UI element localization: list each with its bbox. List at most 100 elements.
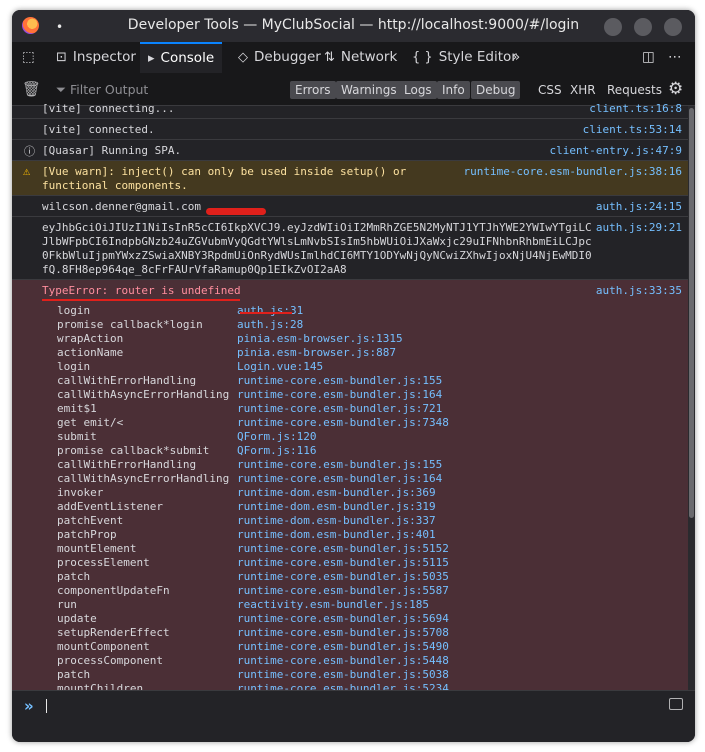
frame-function: login	[57, 360, 91, 373]
text-caret	[46, 699, 47, 713]
frame-location-link[interactable]: QForm.js:116	[237, 444, 316, 458]
frame-location-link[interactable]: runtime-core.esm-bundler.js:155	[237, 458, 442, 472]
more-tabs-chevron-icon[interactable]: »	[512, 42, 520, 73]
frame-location-link[interactable]: QForm.js:120	[237, 430, 316, 444]
frame-function: patchEvent	[57, 514, 124, 527]
frame-location-link[interactable]: auth.js:31	[237, 304, 303, 318]
frame-location-link[interactable]: runtime-core.esm-bundler.js:5708	[237, 626, 449, 640]
filter-css-button[interactable]: CSS	[538, 81, 562, 99]
filter-requests-button[interactable]: Requests	[607, 81, 662, 99]
stack-frame: patch runtime-core.esm-bundler.js:5035	[12, 570, 688, 584]
frame-location-link[interactable]: runtime-dom.esm-bundler.js:401	[237, 528, 436, 542]
message-source-link[interactable]: client-entry.js:47:9	[550, 144, 682, 158]
console-scrollbar[interactable]	[688, 106, 695, 690]
message-source-link[interactable]: client.ts:53:14	[583, 123, 682, 137]
scrollbar-thumb[interactable]	[689, 108, 694, 518]
frame-location-link[interactable]: runtime-dom.esm-bundler.js:319	[237, 500, 436, 514]
network-icon: ⇅	[324, 50, 335, 65]
stack-frame: submit QForm.js:120	[12, 430, 688, 444]
frame-function: run	[57, 598, 77, 611]
frame-location-link[interactable]: Login.vue:145	[237, 360, 323, 374]
frame-location-link[interactable]: runtime-dom.esm-bundler.js:369	[237, 486, 436, 500]
tab-style-editor[interactable]: { } Style Editor	[412, 42, 517, 73]
frame-location-link[interactable]: auth.js:28	[237, 318, 303, 332]
filter-icon: ⏷	[56, 82, 70, 97]
filter-input[interactable]: ⏷ Filter Output	[56, 82, 148, 98]
message-source-link[interactable]: client.ts:16:8	[589, 102, 682, 116]
more-options-icon[interactable]: ⋯	[668, 42, 682, 73]
console-message-warning: ⚠ [Vue warn]: inject() can only be used …	[12, 161, 688, 196]
frame-location-link[interactable]: runtime-core.esm-bundler.js:5448	[237, 654, 449, 668]
tab-inspector[interactable]: ⊡ Inspector	[56, 42, 136, 73]
frame-location-link[interactable]: runtime-core.esm-bundler.js:5152	[237, 542, 449, 556]
tab-console[interactable]: ▸ Console	[140, 42, 223, 73]
stack-frame: run reactivity.esm-bundler.js:185	[12, 598, 688, 612]
devtools-tabbar: ⬚ ⊡ Inspector ▸ Console ◇ Debugger ⇅ Network…	[12, 42, 695, 75]
editor-mode-icon[interactable]	[669, 698, 683, 710]
frame-function: processElement	[57, 556, 150, 569]
error-annotation-underline	[42, 299, 240, 301]
message-source-link[interactable]: auth.js:24:15	[596, 200, 682, 214]
frame-location-link[interactable]: pinia.esm-browser.js:1315	[237, 332, 403, 346]
console-input[interactable]: »	[12, 690, 695, 742]
frame-function: promise callback*submit	[57, 444, 210, 457]
message-source-link[interactable]: auth.js:33:35	[596, 284, 682, 298]
frame-function: promise callback*login	[57, 318, 203, 331]
stack-frame: emit$1 runtime-core.esm-bundler.js:721	[12, 402, 688, 416]
frame-location-link[interactable]: runtime-core.esm-bundler.js:5115	[237, 556, 449, 570]
frame-function: actionName	[57, 346, 124, 359]
settings-gear-icon[interactable]: ⚙	[668, 79, 683, 99]
tab-debugger[interactable]: ◇ Debugger	[238, 42, 321, 73]
stack-frame: callWithAsyncErrorHandling runtime-core.e…	[12, 388, 688, 402]
frame-location-link[interactable]: runtime-core.esm-bundler.js:5035	[237, 570, 449, 584]
dock-toggle-icon[interactable]: ◫	[642, 42, 655, 73]
minimize-button[interactable]	[604, 18, 622, 36]
frame-location-link[interactable]: pinia.esm-browser.js:887	[237, 346, 396, 360]
tab-network[interactable]: ⇅ Network	[324, 42, 397, 73]
stack-frame: setupRenderEffect runtime-core.esm-bundle…	[12, 626, 688, 640]
element-picker-icon[interactable]: ⬚	[22, 42, 35, 73]
frame-location-link[interactable]: runtime-core.esm-bundler.js:164	[237, 388, 442, 402]
stack-frame: processComponent runtime-core.esm-bundler…	[12, 654, 688, 668]
stack-frame: update runtime-core.esm-bundler.js:5694	[12, 612, 688, 626]
frame-location-link[interactable]: runtime-core.esm-bundler.js:155	[237, 374, 442, 388]
message-source-link[interactable]: runtime-core.esm-bundler.js:38:16	[463, 165, 682, 179]
console-message: [vite] connecting... client.ts:16:8	[12, 98, 688, 119]
trash-icon[interactable]: 🗑	[22, 80, 41, 98]
frame-function: callWithErrorHandling	[57, 458, 197, 471]
console-message-info: ⓘ [Quasar] Running SPA. client-entry.js:…	[12, 140, 688, 161]
frame-location-link[interactable]: runtime-core.esm-bundler.js:721	[237, 402, 442, 416]
stack-frame: mountElement runtime-core.esm-bundler.js:…	[12, 542, 688, 556]
filter-errors-button[interactable]: Errors	[290, 81, 336, 99]
frame-function: invoker	[57, 486, 104, 499]
frame-function: mountComponent	[57, 640, 150, 653]
frame-function: componentUpdateFn	[57, 584, 170, 597]
filter-placeholder: Filter Output	[69, 82, 149, 97]
filter-warnings-button[interactable]: Warnings	[336, 81, 402, 99]
tab-label: Network	[340, 49, 398, 65]
message-text: eyJhbGciOiJIUzI1NiIsInR5cCI6IkpXVCJ9.eyJ…	[42, 221, 592, 276]
close-button[interactable]	[664, 18, 682, 36]
frame-location-link[interactable]: runtime-core.esm-bundler.js:5038	[237, 668, 449, 682]
frame-location-link[interactable]: runtime-dom.esm-bundler.js:337	[237, 514, 436, 528]
frame-location-link[interactable]: runtime-core.esm-bundler.js:5587	[237, 584, 449, 598]
frame-location-link[interactable]: reactivity.esm-bundler.js:185	[237, 598, 429, 612]
info-icon: ⓘ	[24, 145, 35, 158]
filter-debug-button[interactable]: Debug	[471, 81, 521, 99]
filter-logs-button[interactable]: Logs	[399, 81, 437, 99]
frame-function: patchProp	[57, 528, 117, 541]
stack-frame: promise callback*login auth.js:28	[12, 318, 688, 332]
frame-location-link[interactable]: runtime-core.esm-bundler.js:7348	[237, 416, 449, 430]
style-editor-icon: { }	[412, 50, 433, 65]
stack-frame: invoker runtime-dom.esm-bundler.js:369	[12, 486, 688, 500]
frame-location-link[interactable]: runtime-core.esm-bundler.js:164	[237, 472, 442, 486]
maximize-button[interactable]	[634, 18, 652, 36]
message-source-link[interactable]: auth.js:29:21	[596, 221, 682, 235]
devtools-window: • Developer Tools — MyClubSocial — http:…	[12, 10, 695, 742]
filter-xhr-button[interactable]: XHR	[570, 81, 596, 99]
filter-info-button[interactable]: Info	[437, 81, 470, 99]
message-text: [Quasar] Running SPA.	[42, 144, 182, 157]
stack-frame: processElement runtime-core.esm-bundler.j…	[12, 556, 688, 570]
frame-location-link[interactable]: runtime-core.esm-bundler.js:5694	[237, 612, 449, 626]
frame-location-link[interactable]: runtime-core.esm-bundler.js:5490	[237, 640, 449, 654]
